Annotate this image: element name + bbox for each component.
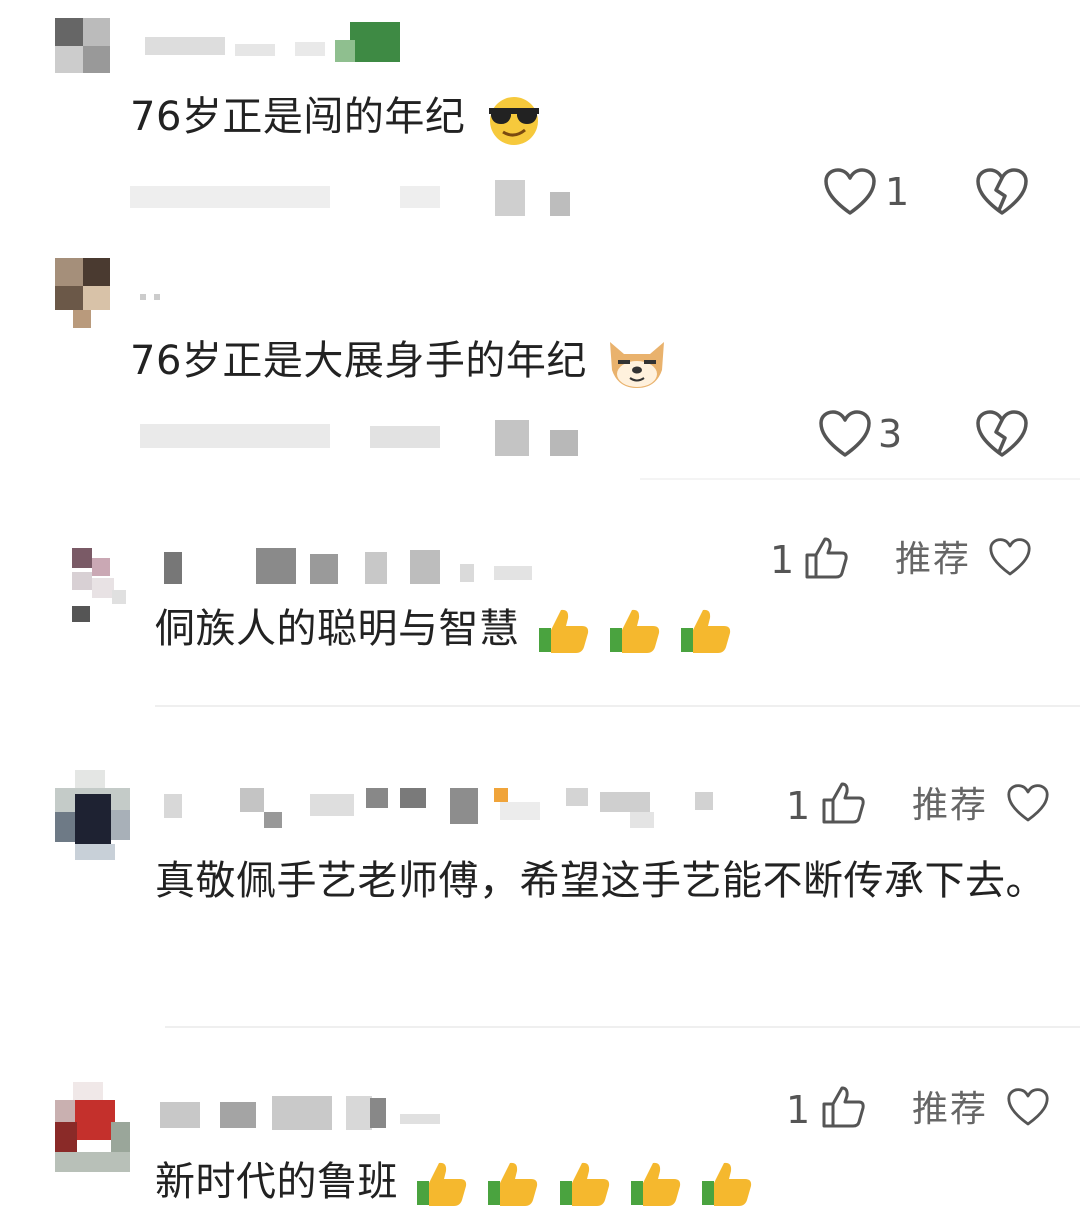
avatar[interactable] xyxy=(72,548,127,623)
emoji-group xyxy=(533,606,733,653)
divider xyxy=(640,478,1080,480)
avatar[interactable] xyxy=(55,258,110,328)
like-count: 1 xyxy=(786,1088,811,1132)
heart-icon[interactable] xyxy=(1006,1088,1050,1128)
like-count: 1 xyxy=(770,538,795,582)
thumbs-up-emoji xyxy=(609,609,660,653)
metadata-blurred xyxy=(130,180,580,220)
heart-icon[interactable] xyxy=(823,168,877,218)
comment-text: 真敬佩手艺老师傅，希望这手艺能不断传承下去。 xyxy=(155,858,1046,904)
thumbs-up-outline-icon[interactable] xyxy=(820,1084,866,1130)
doge-emoji xyxy=(610,342,665,388)
like-count: 3 xyxy=(878,412,903,456)
username-blurred[interactable] xyxy=(160,1096,450,1136)
heart-icon[interactable] xyxy=(818,410,872,460)
thumbs-up-emoji xyxy=(538,609,588,653)
avatar[interactable] xyxy=(55,770,130,860)
username-blurred[interactable] xyxy=(160,788,720,838)
thumbs-up-emoji xyxy=(630,1162,680,1206)
comment-text: 76岁正是大展身手的年纪 xyxy=(130,334,670,392)
divider xyxy=(155,705,1080,707)
dislike-heart-icon[interactable] xyxy=(975,168,1029,218)
thumbs-up-emoji xyxy=(559,1162,609,1206)
recommend-label[interactable]: 推荐 xyxy=(895,540,971,580)
username-blurred[interactable] xyxy=(145,22,405,67)
thumbs-up-emoji xyxy=(417,1162,467,1206)
recommend-label[interactable]: 推荐 xyxy=(912,786,988,826)
username-blurred[interactable] xyxy=(160,548,540,588)
avatar[interactable] xyxy=(55,18,110,73)
thumbs-up-outline-icon[interactable] xyxy=(820,780,866,826)
avatar[interactable] xyxy=(55,1082,130,1172)
comment-text: 新时代的鲁班 xyxy=(155,1158,754,1209)
like-count: 1 xyxy=(885,170,910,214)
recommend-label[interactable]: 推荐 xyxy=(912,1090,988,1130)
heart-icon[interactable] xyxy=(1006,784,1050,824)
comment-text: 侗族人的聪明与智慧 xyxy=(155,605,733,656)
metadata-blurred xyxy=(140,420,590,460)
emoji-group xyxy=(411,1159,754,1206)
comment-text: 76岁正是闯的年纪 xyxy=(130,92,545,146)
thumbs-up-emoji xyxy=(681,609,731,653)
thumbs-up-emoji xyxy=(702,1162,752,1206)
divider xyxy=(165,1026,1080,1028)
dislike-heart-icon[interactable] xyxy=(975,410,1029,460)
heart-icon[interactable] xyxy=(988,538,1032,578)
sunglasses-emoji xyxy=(488,97,539,145)
username-blurred[interactable] xyxy=(140,278,240,308)
thumbs-up-outline-icon[interactable] xyxy=(803,535,849,581)
thumbs-up-emoji xyxy=(488,1162,538,1206)
like-count: 1 xyxy=(786,784,811,828)
